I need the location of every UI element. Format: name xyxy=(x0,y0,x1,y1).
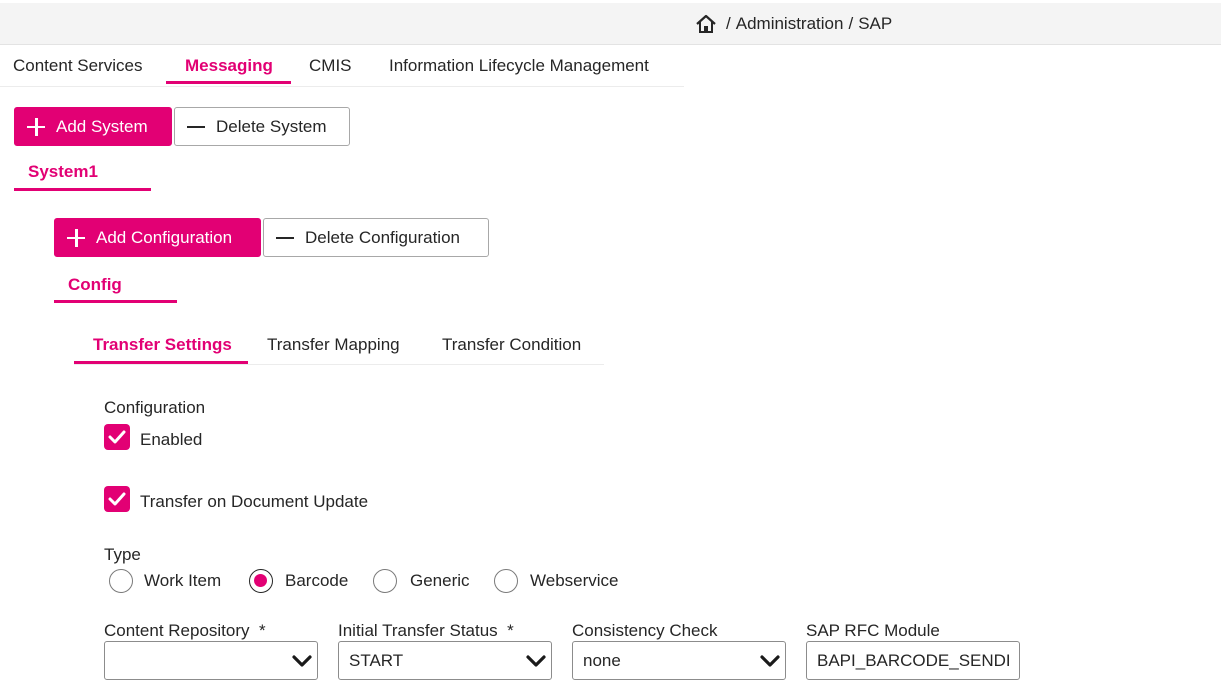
add-configuration-button[interactable]: Add Configuration xyxy=(54,218,261,257)
radio-barcode[interactable] xyxy=(249,569,273,593)
transfer-tab-divider xyxy=(74,364,604,365)
radio-work-item-label: Work Item xyxy=(144,571,222,590)
consistency-check-select[interactable]: none xyxy=(572,641,786,680)
tab-system1-underline xyxy=(14,188,151,191)
chevron-down-icon xyxy=(292,655,312,667)
transfer-on-update-label: Transfer on Document Update xyxy=(140,492,369,511)
check-icon xyxy=(108,492,126,506)
plus-icon xyxy=(27,117,45,136)
check-icon xyxy=(108,430,126,444)
content-repository-select[interactable] xyxy=(104,641,318,680)
content-repository-label: Content Repository * xyxy=(104,621,266,640)
tab-transfer-mapping[interactable]: Transfer Mapping xyxy=(267,335,400,355)
tab-transfer-condition[interactable]: Transfer Condition xyxy=(442,335,581,355)
initial-transfer-status-value: START xyxy=(349,650,404,670)
chevron-down-icon xyxy=(760,655,780,667)
enabled-checkbox[interactable] xyxy=(104,424,130,450)
radio-generic[interactable] xyxy=(373,569,397,593)
delete-configuration-label: Delete Configuration xyxy=(305,227,460,247)
breadcrumb-separator: / xyxy=(848,14,854,33)
type-heading: Type xyxy=(104,545,141,564)
add-configuration-label: Add Configuration xyxy=(96,227,233,247)
breadcrumb: / Administration / SAP xyxy=(695,13,892,35)
radio-webservice[interactable] xyxy=(494,569,518,593)
tab-transfer-settings-underline xyxy=(74,361,248,364)
consistency-check-value: none xyxy=(583,650,621,670)
transfer-on-update-checkbox[interactable] xyxy=(104,486,130,512)
sap-rfc-module-label: SAP RFC Module xyxy=(806,621,940,640)
sap-rfc-module-input[interactable] xyxy=(806,641,1020,680)
chevron-down-icon xyxy=(526,655,546,667)
minus-icon xyxy=(276,229,294,247)
tab-config-underline xyxy=(54,300,177,303)
delete-system-label: Delete System xyxy=(216,116,327,136)
delete-configuration-button[interactable]: Delete Configuration xyxy=(263,218,489,257)
tab-information-lifecycle-management[interactable]: Information Lifecycle Management xyxy=(389,56,649,76)
radio-webservice-label: Webservice xyxy=(530,571,619,590)
top-bar: / Administration / SAP xyxy=(0,3,1221,45)
add-system-button[interactable]: Add System xyxy=(14,107,172,146)
enabled-label: Enabled xyxy=(140,430,203,449)
tab-messaging[interactable]: Messaging xyxy=(185,56,273,76)
breadcrumb-separator: / xyxy=(726,14,731,33)
required-marker: * xyxy=(258,621,266,640)
consistency-check-label: Consistency Check xyxy=(572,621,718,640)
add-system-label: Add System xyxy=(56,116,148,136)
radio-work-item[interactable] xyxy=(109,569,133,593)
radio-barcode-label: Barcode xyxy=(285,571,349,590)
initial-transfer-status-label: Initial Transfer Status * xyxy=(338,621,514,640)
plus-icon xyxy=(67,228,85,247)
breadcrumb-sap[interactable]: SAP xyxy=(858,14,892,34)
tab-messaging-underline xyxy=(166,81,291,84)
tab-config[interactable]: Config xyxy=(68,275,122,295)
radio-generic-label: Generic xyxy=(410,571,470,590)
tab-cmis[interactable]: CMIS xyxy=(309,56,352,76)
breadcrumb-administration[interactable]: Administration xyxy=(736,14,844,34)
tab-content-services[interactable]: Content Services xyxy=(13,56,142,76)
tab-transfer-settings[interactable]: Transfer Settings xyxy=(93,335,232,355)
required-marker: * xyxy=(507,621,514,640)
configuration-heading: Configuration xyxy=(104,398,206,417)
main-tab-bar: Content Services Messaging CMIS Informat… xyxy=(0,46,684,87)
minus-icon xyxy=(187,118,205,136)
delete-system-button[interactable]: Delete System xyxy=(174,107,350,146)
home-icon[interactable] xyxy=(695,13,717,35)
initial-transfer-status-select[interactable]: START xyxy=(338,641,552,680)
tab-system1[interactable]: System1 xyxy=(28,162,98,182)
